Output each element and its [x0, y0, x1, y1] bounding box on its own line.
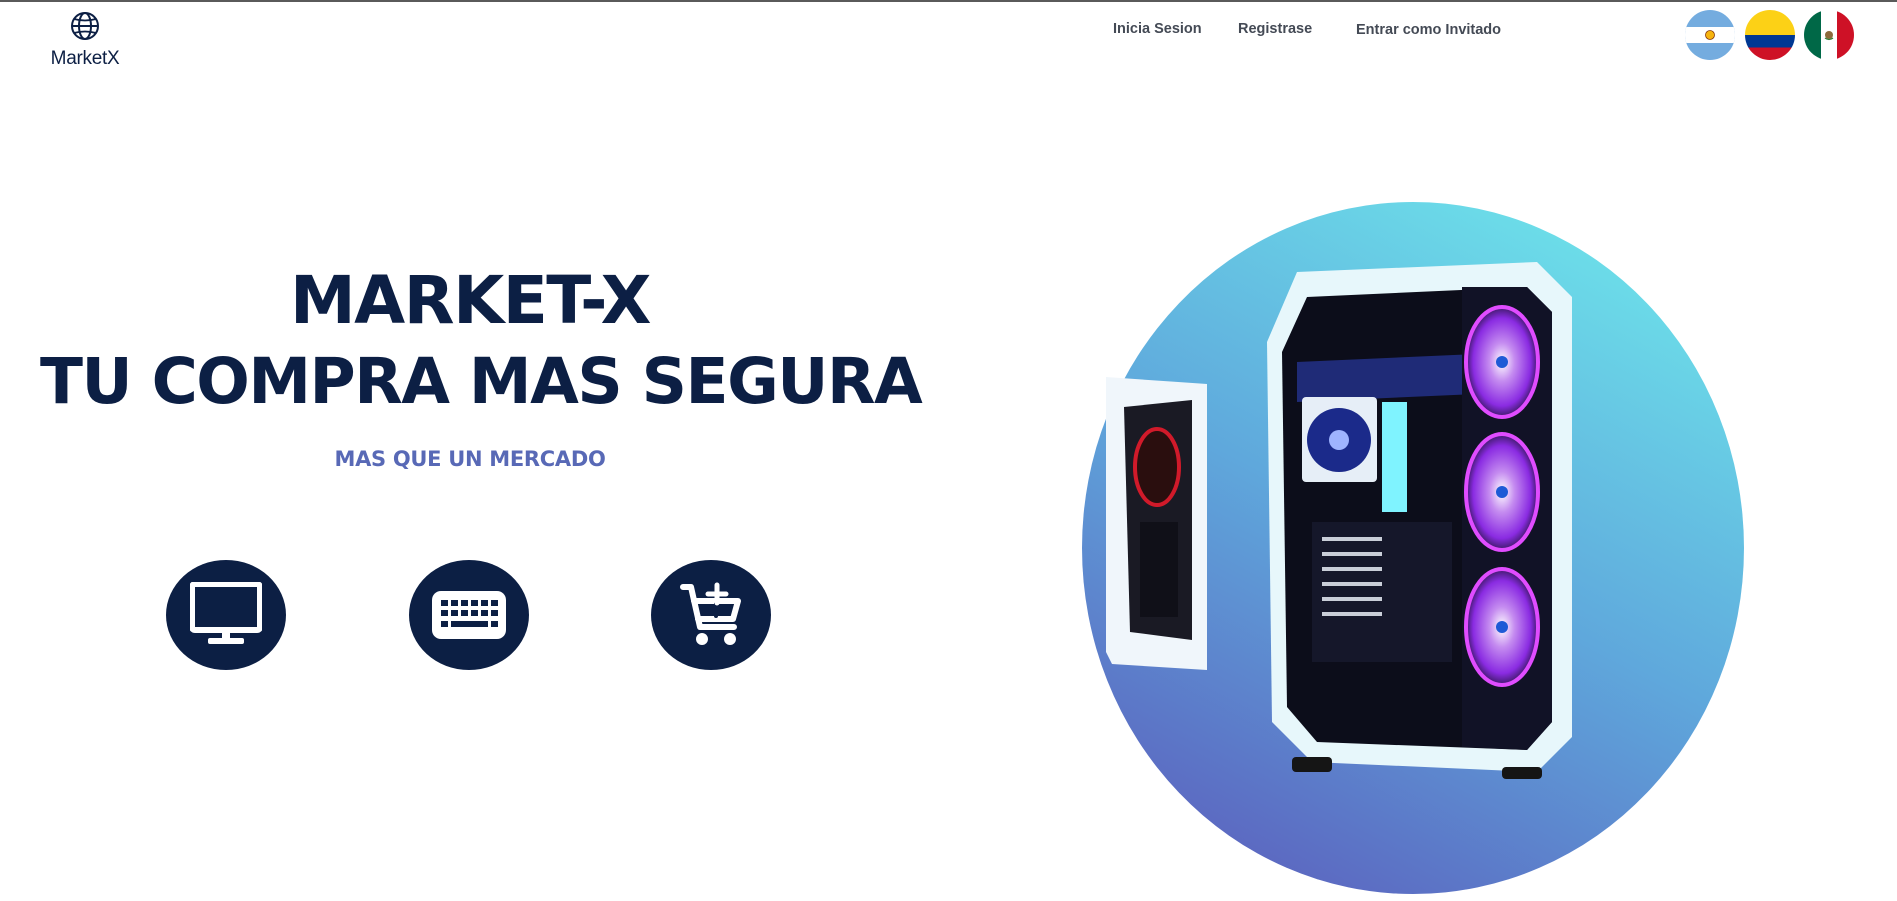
globe-icon	[69, 10, 101, 47]
top-border	[0, 0, 1897, 2]
guest-link[interactable]: Entrar como Invitado	[1356, 22, 1501, 38]
hero-title-line2: TU COMPRA MAS SEGURA	[40, 345, 923, 418]
argentina-flag-icon[interactable]	[1685, 10, 1735, 60]
category-monitors-button[interactable]	[166, 560, 286, 670]
mexico-flag-icon[interactable]	[1804, 10, 1854, 60]
register-link[interactable]: Registrase	[1238, 21, 1312, 37]
category-cart-button[interactable]	[651, 560, 771, 670]
hero-pc-image	[1082, 202, 1745, 895]
monitor-icon	[190, 582, 262, 648]
login-link[interactable]: Inicia Sesion	[1113, 21, 1202, 37]
brand-logo[interactable]: MarketX	[40, 10, 130, 70]
hero-title-line1: MARKET-X	[289, 262, 652, 339]
colombia-flag-icon[interactable]	[1745, 10, 1795, 60]
brand-name: MarketX	[50, 48, 120, 69]
cart-add-icon	[680, 581, 742, 649]
category-keyboards-button[interactable]	[409, 560, 529, 670]
keyboard-icon	[432, 591, 506, 639]
hero-subtitle: MAS QUE UN MERCADO	[334, 447, 606, 471]
